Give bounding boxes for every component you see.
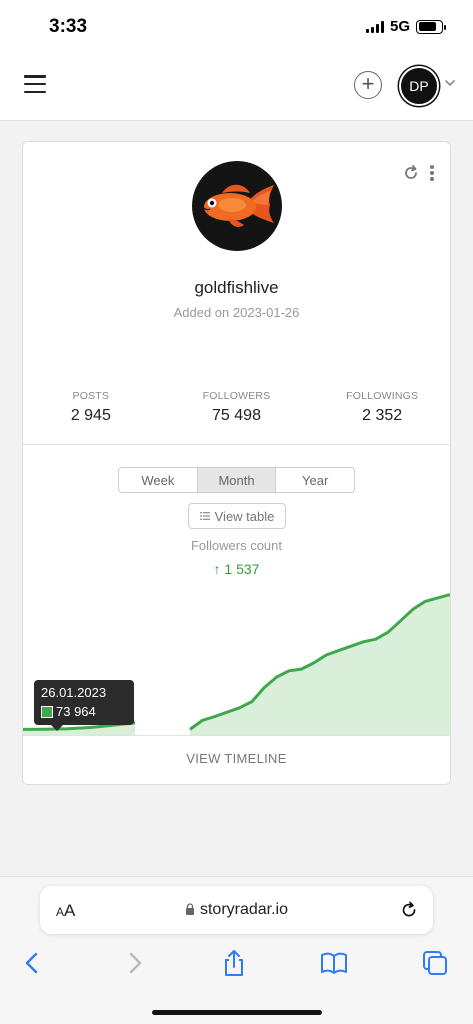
period-month[interactable]: Month — [196, 468, 276, 492]
battery-icon — [416, 19, 446, 34]
view-table-button[interactable]: View table — [188, 503, 286, 529]
status-bar: 3:33 5G — [0, 0, 473, 54]
stat-label: FOLLOWINGS — [346, 390, 419, 402]
profile-card: goldfishlive Added on 2023-01-26 POSTS 2… — [22, 141, 451, 785]
home-indicator — [152, 1010, 322, 1015]
browser-toolbar — [0, 945, 473, 985]
back-icon[interactable] — [18, 949, 46, 977]
period-selector: Week Month Year — [118, 467, 355, 493]
browser-chrome: AA storyradar.io — [0, 876, 473, 1024]
url-text: storyradar.io — [40, 901, 433, 919]
more-options-icon[interactable] — [430, 165, 434, 181]
stat-label: FOLLOWERS — [202, 390, 271, 402]
share-icon[interactable] — [220, 949, 248, 977]
chevron-down-icon[interactable] — [443, 76, 457, 90]
stat-value: 75 498 — [212, 407, 261, 424]
tooltip-value-row: 73 964 — [41, 704, 127, 719]
reload-icon[interactable] — [399, 900, 419, 920]
view-timeline-button[interactable]: VIEW TIMELINE — [23, 736, 450, 784]
stat-followings: FOLLOWINGS 2 352 — [304, 390, 450, 425]
app-header: + DP — [0, 54, 473, 121]
series-swatch — [41, 705, 53, 718]
tooltip-date: 26.01.2023 — [41, 685, 107, 700]
stat-posts: POSTS 2 945 — [23, 390, 169, 425]
divider — [23, 444, 450, 445]
added-date: Added on 2023-01-26 — [173, 305, 300, 320]
profile-picture — [192, 161, 282, 251]
refresh-icon[interactable] — [402, 164, 420, 182]
network-type: 5G — [389, 18, 410, 35]
metric-label: Followers count — [190, 538, 283, 553]
period-week[interactable]: Week — [119, 468, 197, 492]
profile-stats: POSTS 2 945 FOLLOWERS 75 498 FOLLOWINGS … — [23, 390, 450, 425]
metric-delta: ↑ 1 537 — [213, 561, 260, 577]
list-icon — [199, 512, 210, 520]
chart-area-segment — [190, 594, 450, 735]
add-account-button[interactable]: + — [354, 71, 382, 99]
period-year[interactable]: Year — [275, 468, 354, 492]
stat-label: POSTS — [72, 390, 110, 402]
tabs-icon[interactable] — [421, 949, 449, 977]
card-actions — [402, 164, 434, 182]
stat-followers: FOLLOWERS 75 498 — [169, 390, 305, 425]
forward-icon[interactable] — [121, 949, 149, 977]
menu-icon[interactable] — [24, 75, 46, 93]
tooltip-value: 73 964 — [56, 704, 96, 719]
stat-value: 2 352 — [362, 407, 403, 424]
view-table-label: View table — [214, 508, 275, 524]
chart-tooltip: 26.01.2023 73 964 — [34, 680, 134, 731]
lock-icon — [185, 903, 194, 915]
status-time: 3:33 — [49, 16, 88, 37]
username: goldfishlive — [194, 278, 279, 297]
bookmarks-icon[interactable] — [320, 949, 348, 977]
address-bar[interactable]: AA storyradar.io — [40, 886, 433, 934]
avatar[interactable]: DP — [399, 66, 439, 106]
stat-value: 2 945 — [70, 407, 111, 424]
signal-icon — [365, 20, 384, 33]
status-indicators: 5G — [365, 18, 446, 35]
goldfish-logo-icon — [203, 184, 274, 227]
